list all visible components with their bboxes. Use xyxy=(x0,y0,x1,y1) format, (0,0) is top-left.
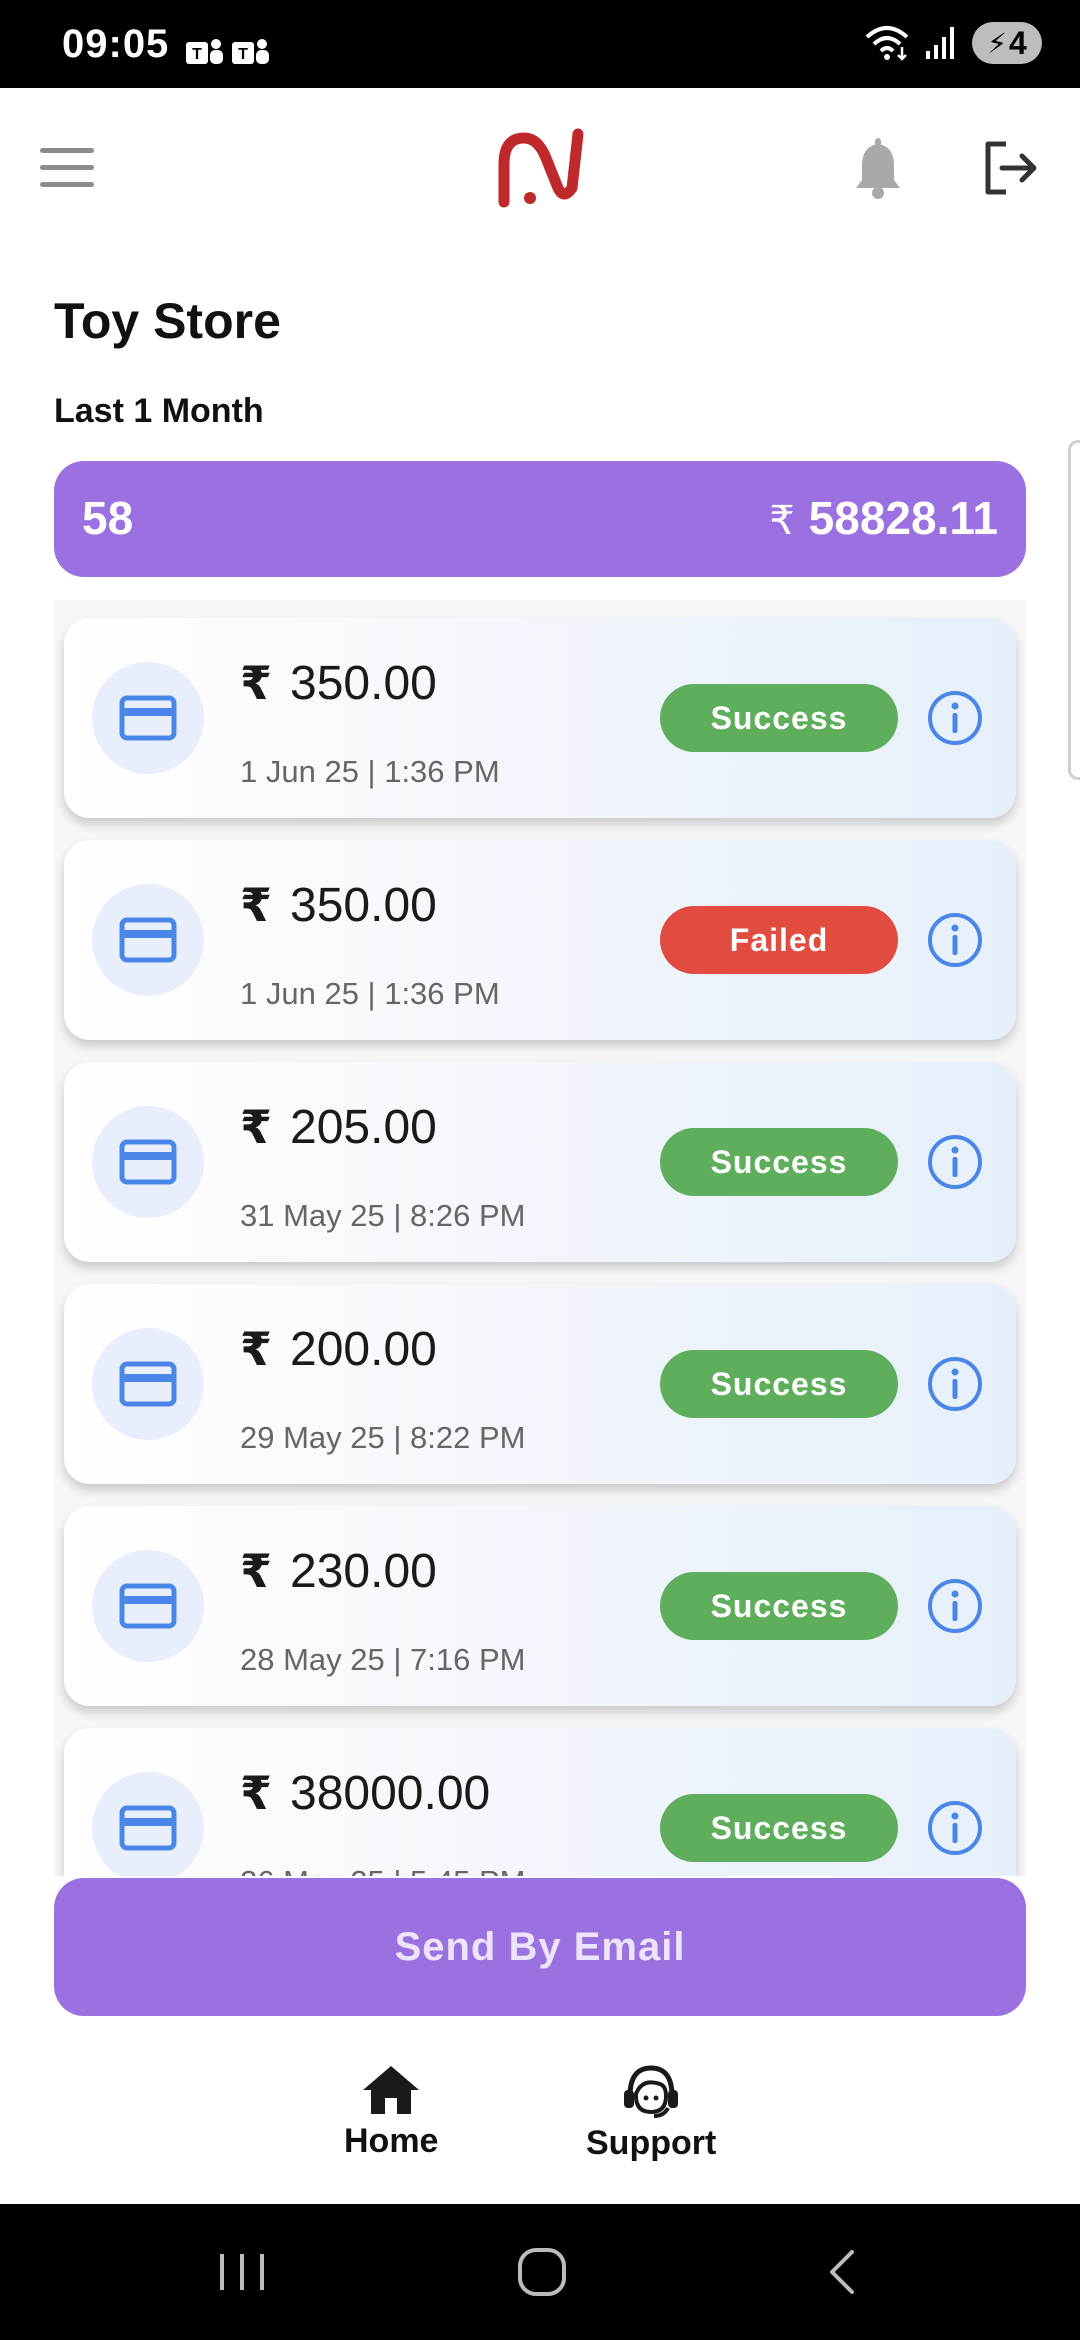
total-amount: 58828.11 xyxy=(808,492,998,544)
amount-value: 38000.00 xyxy=(290,1767,491,1820)
home-circle-icon[interactable] xyxy=(512,2244,572,2300)
currency-symbol: ₹ xyxy=(240,1101,273,1153)
svg-text:T: T xyxy=(238,46,248,63)
summary-total: ₹ 58828.11 xyxy=(769,491,998,545)
credit-card-icon xyxy=(119,1805,177,1851)
transaction-card[interactable]: ₹230.00 28 May 25 | 7:16 PM Success xyxy=(64,1506,1016,1706)
info-icon[interactable] xyxy=(926,1577,984,1635)
app-bar xyxy=(0,88,1080,248)
transaction-datetime: 1 Jun 25 | 1:36 PM xyxy=(240,976,500,1011)
currency-symbol: ₹ xyxy=(240,879,273,931)
amount-value: 205.00 xyxy=(290,1101,437,1154)
credit-card-icon xyxy=(119,1361,177,1407)
currency-symbol: ₹ xyxy=(240,1323,273,1375)
summary-bar: 58 ₹ 58828.11 xyxy=(54,461,1026,577)
amount-value: 230.00 xyxy=(290,1545,437,1598)
transaction-datetime: 26 May 25 | 5:45 PM xyxy=(240,1864,525,1876)
info-icon[interactable] xyxy=(926,1355,984,1413)
app-logo xyxy=(498,128,584,208)
send-by-email-button[interactable]: Send By Email xyxy=(54,1878,1026,2016)
transaction-datetime: 1 Jun 25 | 1:36 PM xyxy=(240,754,500,789)
card-icon-circle xyxy=(92,1106,204,1218)
card-icon-circle xyxy=(92,662,204,774)
menu-icon[interactable] xyxy=(40,148,94,188)
currency-symbol: ₹ xyxy=(240,657,273,709)
transaction-amount: ₹38000.00 xyxy=(240,1766,490,1821)
transactions-list[interactable]: ₹350.00 1 Jun 25 | 1:36 PM Success ₹350.00 1… xyxy=(54,600,1026,1876)
nav-support-label: Support xyxy=(586,2124,717,2162)
nav-home[interactable]: Home xyxy=(344,2064,438,2161)
info-icon[interactable] xyxy=(926,689,984,747)
status-badge: Success xyxy=(660,1350,898,1418)
battery-level: 4 xyxy=(1008,24,1027,61)
amount-value: 350.00 xyxy=(290,657,437,710)
transaction-card[interactable]: ₹205.00 31 May 25 | 8:26 PM Success xyxy=(64,1062,1016,1262)
status-badge: Failed xyxy=(660,906,898,974)
nav-home-label: Home xyxy=(344,2122,439,2160)
wifi-icon xyxy=(865,26,909,61)
currency-symbol: ₹ xyxy=(769,499,795,543)
system-nav-bar xyxy=(0,2204,1080,2340)
card-icon-circle xyxy=(92,1328,204,1440)
transaction-amount: ₹205.00 xyxy=(240,1100,437,1155)
transaction-datetime: 29 May 25 | 8:22 PM xyxy=(240,1420,526,1455)
transaction-count: 58 xyxy=(82,492,134,544)
logout-icon[interactable] xyxy=(980,138,1040,198)
amount-value: 200.00 xyxy=(290,1323,437,1376)
amount-value: 350.00 xyxy=(290,879,437,932)
transaction-datetime: 28 May 25 | 7:16 PM xyxy=(240,1642,526,1677)
teams-icon: T xyxy=(232,39,269,64)
battery-charging-icon: ⚡ 4 xyxy=(972,22,1042,64)
nav-support[interactable]: Support xyxy=(586,2064,716,2163)
svg-text:T: T xyxy=(192,46,202,63)
credit-card-icon xyxy=(119,1139,177,1185)
status-badge: Success xyxy=(660,1794,898,1862)
info-icon[interactable] xyxy=(926,1133,984,1191)
status-badge: Success xyxy=(660,684,898,752)
transaction-card[interactable]: ₹38000.00 26 May 25 | 5:45 PM Success xyxy=(64,1728,1016,1876)
transaction-amount: ₹230.00 xyxy=(240,1544,437,1599)
bell-icon[interactable] xyxy=(850,138,906,200)
signal-icon xyxy=(926,27,954,59)
transaction-amount: ₹350.00 xyxy=(240,656,437,711)
support-icon xyxy=(624,2065,679,2118)
recents-icon[interactable] xyxy=(212,2244,272,2300)
currency-symbol: ₹ xyxy=(240,1545,273,1597)
transaction-card[interactable]: ₹350.00 1 Jun 25 | 1:36 PM Success xyxy=(64,618,1016,818)
currency-symbol: ₹ xyxy=(240,1767,273,1819)
status-bar: 09:05 T T ⚡ 4 xyxy=(0,0,1080,88)
status-badge: Success xyxy=(660,1572,898,1640)
transaction-amount: ₹350.00 xyxy=(240,878,437,933)
credit-card-icon xyxy=(119,917,177,963)
home-icon xyxy=(363,2066,420,2114)
edge-panel-handle[interactable] xyxy=(1068,440,1080,780)
info-icon[interactable] xyxy=(926,1799,984,1857)
card-icon-circle xyxy=(92,1772,204,1876)
info-icon[interactable] xyxy=(926,911,984,969)
status-time: 09:05 xyxy=(62,22,170,66)
page-title: Toy Store xyxy=(54,293,281,349)
bottom-nav: Home Support xyxy=(0,2040,1080,2204)
transaction-card[interactable]: ₹200.00 29 May 25 | 8:22 PM Success xyxy=(64,1284,1016,1484)
credit-card-icon xyxy=(119,1583,177,1629)
credit-card-icon xyxy=(119,695,177,741)
card-icon-circle xyxy=(92,884,204,996)
period-label: Last 1 Month xyxy=(54,392,264,430)
status-badge: Success xyxy=(660,1128,898,1196)
card-icon-circle xyxy=(92,1550,204,1662)
transaction-amount: ₹200.00 xyxy=(240,1322,437,1377)
back-icon[interactable] xyxy=(812,2244,872,2300)
transaction-datetime: 31 May 25 | 8:26 PM xyxy=(240,1198,526,1233)
transaction-card[interactable]: ₹350.00 1 Jun 25 | 1:36 PM Failed xyxy=(64,840,1016,1040)
teams-icon: T xyxy=(186,39,223,64)
